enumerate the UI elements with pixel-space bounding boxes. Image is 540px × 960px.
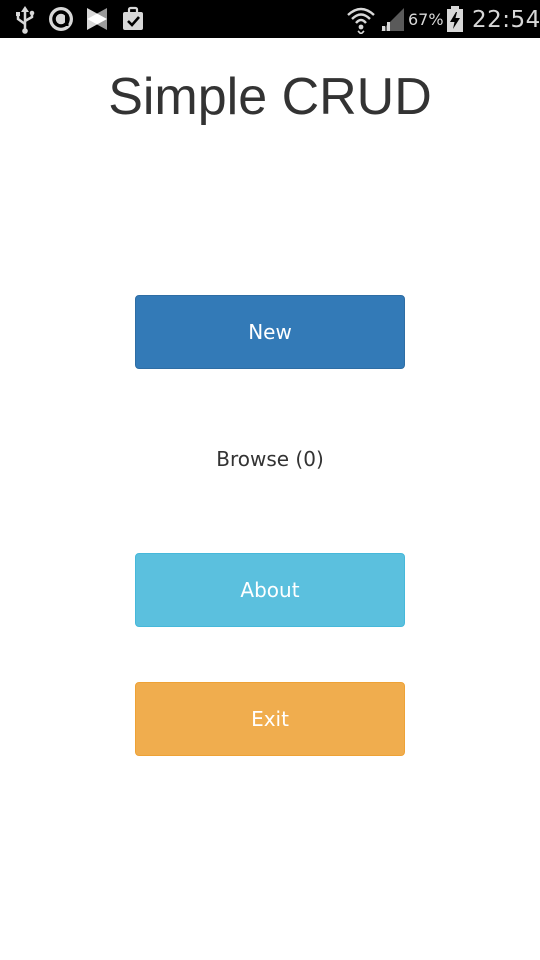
battery-percent: 67% — [408, 10, 444, 29]
wifi-icon — [347, 7, 375, 34]
status-bar: 67% 22:54 — [0, 0, 540, 38]
clipboard-check-icon — [123, 6, 143, 30]
exit-button[interactable]: Exit — [135, 682, 405, 756]
about-button[interactable]: About — [135, 553, 405, 627]
cell-signal-icon — [381, 8, 404, 31]
clock: 22:54 — [472, 7, 540, 33]
app-a-icon — [49, 7, 73, 31]
usb-icon — [16, 6, 35, 34]
battery-charging-icon — [447, 6, 463, 32]
new-button[interactable]: New — [135, 295, 405, 369]
browse-button[interactable]: Browse (0) — [135, 424, 405, 494]
page-title: Simple CRUD — [108, 68, 432, 126]
cloud-sync-icon — [87, 8, 107, 30]
